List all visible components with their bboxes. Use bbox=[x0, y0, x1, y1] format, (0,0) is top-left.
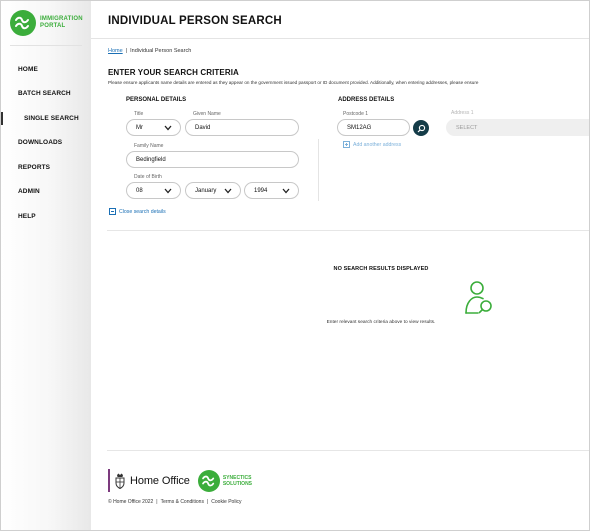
sidebar-divider bbox=[10, 45, 82, 46]
address-label: Address 1 bbox=[451, 110, 474, 116]
close-search-details-label: Close search details bbox=[119, 208, 166, 215]
chevron-down-icon bbox=[164, 188, 172, 194]
footer-logos: Home Office SYNECTICS SOLUTIONS bbox=[108, 469, 252, 492]
synectics-logo-icon bbox=[197, 469, 220, 492]
sidebar-item-downloads[interactable]: DOWNLOADS bbox=[1, 131, 91, 156]
chevron-down-icon bbox=[224, 188, 232, 194]
logo-line2: PORTAL bbox=[40, 23, 66, 29]
main-content: INDIVIDUAL PERSON SEARCH Home | Individual… bbox=[91, 1, 589, 530]
address-select-placeholder: SELECT bbox=[456, 124, 478, 131]
dob-year-value: 1994 bbox=[254, 187, 268, 194]
no-results-title: NO SEARCH RESULTS DISPLAYED bbox=[333, 266, 429, 272]
logo-text: IMMIGRATION PORTAL bbox=[40, 16, 83, 30]
home-office-text: Home Office bbox=[130, 474, 190, 487]
results-divider bbox=[107, 230, 589, 231]
family-name-input[interactable]: Bedingfield bbox=[126, 151, 299, 168]
person-pin-icon bbox=[465, 281, 492, 314]
dob-day-value: 08 bbox=[136, 187, 143, 194]
footer-copyright: © Home Office 2022 bbox=[108, 499, 154, 505]
given-name-label: Given Name bbox=[193, 111, 221, 117]
breadcrumb: Home | Individual Person Search bbox=[108, 48, 191, 54]
postcode-search-button[interactable] bbox=[413, 120, 429, 136]
add-another-address-link[interactable]: Add another address bbox=[343, 141, 401, 148]
given-name-value: David bbox=[195, 124, 211, 131]
title-label: Title bbox=[134, 111, 144, 117]
logo-line1: IMMIGRATION bbox=[40, 16, 83, 22]
dob-label: Date of Birth bbox=[134, 174, 162, 180]
given-name-input[interactable]: David bbox=[185, 119, 299, 136]
footer-separator: | bbox=[206, 499, 209, 505]
breadcrumb-separator: | bbox=[125, 48, 128, 54]
sidebar-item-help[interactable]: HELP bbox=[1, 204, 91, 229]
address-select[interactable]: SELECT bbox=[446, 119, 589, 136]
family-name-value: Bedingfield bbox=[136, 156, 166, 163]
minus-box-icon bbox=[109, 208, 116, 215]
footer-terms-link[interactable]: Terms & Conditions bbox=[161, 499, 204, 505]
sidebar-nav: HOME BATCH SEARCH SINGLE SEARCH DOWNLOAD… bbox=[1, 57, 91, 229]
sidebar-item-single-search[interactable]: SINGLE SEARCH bbox=[1, 106, 91, 131]
footer-divider bbox=[107, 450, 589, 451]
breadcrumb-home-link[interactable]: Home bbox=[108, 48, 123, 54]
sidebar-item-batch-search[interactable]: BATCH SEARCH bbox=[1, 82, 91, 107]
page-title: INDIVIDUAL PERSON SEARCH bbox=[108, 15, 282, 27]
synectics-line2: SOLUTIONS bbox=[222, 480, 253, 487]
personal-details-title: PERSONAL DETAILS bbox=[126, 97, 187, 103]
search-instructions: Please ensure applicants name details ar… bbox=[108, 80, 479, 85]
synectics-logo-text: SYNECTICS SOLUTIONS bbox=[223, 475, 252, 487]
address-details-title: ADDRESS DETAILS bbox=[338, 97, 395, 103]
footer-links: © Home Office 2022 | Terms & Conditions | Co… bbox=[108, 499, 242, 505]
no-results-message: Enter relevant search criteria above to … bbox=[326, 320, 436, 325]
header-divider bbox=[91, 38, 589, 39]
immigration-portal-logo[interactable]: IMMIGRATION PORTAL bbox=[10, 10, 83, 36]
close-search-details-link[interactable]: Close search details bbox=[109, 208, 166, 215]
footer-separator: | bbox=[156, 499, 158, 505]
dob-day-select[interactable]: 08 bbox=[126, 182, 181, 199]
add-another-address-label: Add another address bbox=[353, 141, 402, 148]
dob-month-select[interactable]: January bbox=[185, 182, 241, 199]
logo-mark-icon bbox=[10, 10, 36, 36]
title-select-value: Mr bbox=[136, 124, 143, 131]
footer-cookie-link[interactable]: Cookie Policy bbox=[211, 499, 241, 505]
column-divider bbox=[318, 139, 319, 201]
family-name-label: Family Name bbox=[134, 143, 164, 149]
search-criteria-title: ENTER YOUR SEARCH CRITERIA bbox=[108, 68, 239, 77]
dob-year-select[interactable]: 1994 bbox=[244, 182, 299, 199]
chevron-down-icon bbox=[282, 188, 290, 194]
postcode-label: Postcode 1 bbox=[343, 111, 369, 117]
sidebar: IMMIGRATION PORTAL HOME BATCH SEARCH SIN… bbox=[1, 1, 91, 530]
postcode-input[interactable]: SM12AG bbox=[337, 119, 410, 136]
synectics-line1: SYNECTICS bbox=[222, 474, 252, 481]
postcode-value: SM12AG bbox=[347, 124, 372, 131]
home-office-crest-icon bbox=[115, 473, 125, 489]
sidebar-item-admin[interactable]: ADMIN bbox=[1, 180, 91, 205]
title-select[interactable]: Mr bbox=[126, 119, 181, 136]
dob-month-value: January bbox=[195, 187, 217, 194]
sidebar-item-home[interactable]: HOME bbox=[1, 57, 91, 82]
chevron-down-icon bbox=[164, 125, 172, 131]
breadcrumb-current: Individual Person Search bbox=[130, 48, 192, 54]
plus-box-icon bbox=[343, 141, 350, 148]
home-office-bar bbox=[108, 469, 110, 492]
sidebar-item-reports[interactable]: REPORTS bbox=[1, 155, 91, 180]
search-icon bbox=[417, 124, 425, 132]
